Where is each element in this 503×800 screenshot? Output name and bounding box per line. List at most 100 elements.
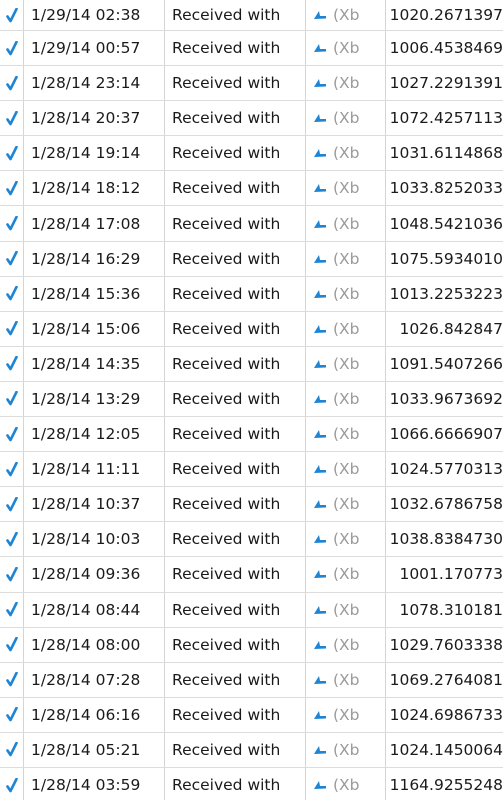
table-row[interactable]: 1/28/14 06:16 Received with (Xb 1024.698673… — [0, 698, 503, 733]
tag-text: (Xb — [333, 635, 360, 654]
receive-tag-icon — [313, 324, 327, 334]
date-text: 1/28/14 15:36 — [31, 284, 141, 303]
tag-text: (Xb — [333, 144, 360, 163]
type-cell: (Xb — [305, 628, 385, 662]
date-cell: 1/28/14 14:35 — [23, 347, 164, 381]
description-text: Received with — [172, 460, 281, 479]
receive-tag-icon — [313, 10, 327, 20]
type-cell: (Xb — [305, 733, 385, 767]
table-row[interactable]: 1/28/14 15:06 Received with (Xb 1026.842847 — [0, 312, 503, 347]
table-row[interactable]: 1/29/14 00:57 Received with (Xb 1006.453846… — [0, 31, 503, 67]
amount-cell: 1024.6986733 — [385, 698, 503, 732]
tag-text: (Xb — [333, 670, 360, 689]
description-text: Received with — [172, 144, 281, 163]
date-text: 1/29/14 00:57 — [31, 39, 141, 58]
date-text: 1/28/14 18:12 — [31, 179, 141, 198]
table-row[interactable]: 1/28/14 23:14 Received with (Xb 1027.229139… — [0, 66, 503, 102]
type-cell: (Xb — [305, 242, 385, 276]
amount-cell: 1048.5421036 — [385, 206, 503, 240]
description-cell: Received with — [164, 522, 305, 556]
amount-cell: 1066.6666907 — [385, 417, 503, 451]
description-cell: Received with — [164, 171, 305, 205]
table-row[interactable]: 1/28/14 05:21 Received with (Xb 1024.145006… — [0, 733, 503, 768]
status-cell — [0, 698, 23, 732]
description-text: Received with — [172, 740, 281, 759]
checkmark-icon — [5, 461, 18, 477]
table-row[interactable]: 1/28/14 11:11 Received with (Xb 1024.577031… — [0, 452, 503, 488]
type-cell: (Xb — [305, 0, 385, 30]
amount-text: 1024.6986733 — [389, 705, 503, 724]
date-text: 1/28/14 09:36 — [31, 565, 141, 584]
type-cell: (Xb — [305, 417, 385, 451]
receive-tag-icon — [313, 464, 327, 474]
table-row[interactable]: 1/28/14 17:08 Received with (Xb 1048.542103… — [0, 206, 503, 242]
table-row[interactable]: 1/28/14 20:37 Received with (Xb 1072.425711… — [0, 101, 503, 137]
table-row[interactable]: 1/28/14 16:29 Received with (Xb 1075.593401… — [0, 242, 503, 277]
amount-text: 1048.5421036 — [389, 214, 503, 233]
tag-text: (Xb — [333, 249, 360, 268]
table-row[interactable]: 1/28/14 07:28 Received with (Xb 1069.276408… — [0, 663, 503, 698]
amount-text: 1066.6666907 — [389, 425, 503, 444]
tag-text: (Xb — [333, 460, 360, 479]
tag-text: (Xb — [333, 776, 360, 795]
table-row[interactable]: 1/28/14 12:05 Received with (Xb 1066.666690… — [0, 417, 503, 453]
table-row[interactable]: 1/28/14 14:35 Received with (Xb 1091.540726… — [0, 347, 503, 382]
date-text: 1/28/14 08:44 — [31, 600, 141, 619]
amount-cell: 1031.6114868 — [385, 136, 503, 170]
amount-text: 1033.8252033 — [389, 179, 503, 198]
type-cell: (Xb — [305, 347, 385, 381]
receive-tag-icon — [313, 640, 327, 650]
date-text: 1/28/14 16:29 — [31, 249, 141, 268]
amount-text: 1001.170773 — [399, 565, 503, 584]
tag-text: (Xb — [333, 284, 360, 303]
description-cell: Received with — [164, 347, 305, 381]
status-cell — [0, 136, 23, 170]
description-text: Received with — [172, 776, 281, 795]
tag-text: (Xb — [333, 495, 360, 514]
status-cell — [0, 277, 23, 311]
status-cell — [0, 312, 23, 346]
table-row[interactable]: 1/28/14 13:29 Received with (Xb 1033.967369… — [0, 382, 503, 418]
amount-cell: 1029.7603338 — [385, 628, 503, 662]
checkmark-icon — [5, 7, 18, 23]
date-text: 1/29/14 02:38 — [31, 6, 141, 24]
amount-text: 1031.6114868 — [389, 144, 503, 163]
receive-tag-icon — [313, 78, 327, 88]
checkmark-icon — [5, 672, 18, 687]
amount-cell: 1027.2291391 — [385, 66, 503, 100]
type-cell: (Xb — [305, 698, 385, 732]
date-cell: 1/28/14 08:00 — [23, 628, 164, 662]
status-cell — [0, 206, 23, 240]
tag-text: (Xb — [333, 740, 360, 759]
amount-cell: 1032.6786758 — [385, 487, 503, 521]
date-text: 1/28/14 15:06 — [31, 319, 141, 338]
table-row[interactable]: 1/29/14 02:38 Received with (Xb 1020.267139… — [0, 0, 503, 31]
amount-text: 1026.842847 — [399, 319, 503, 338]
table-row[interactable]: 1/28/14 09:36 Received with (Xb 1001.170773 — [0, 557, 503, 593]
table-row[interactable]: 1/28/14 19:14 Received with (Xb 1031.611486… — [0, 136, 503, 172]
description-cell: Received with — [164, 593, 305, 627]
amount-cell: 1026.842847 — [385, 312, 503, 346]
checkmark-icon — [5, 286, 18, 301]
receive-tag-icon — [313, 183, 327, 193]
description-cell: Received with — [164, 206, 305, 240]
description-text: Received with — [172, 354, 281, 373]
table-row[interactable]: 1/28/14 18:12 Received with (Xb 1033.825203… — [0, 171, 503, 207]
type-cell: (Xb — [305, 206, 385, 240]
table-row[interactable]: 1/28/14 08:44 Received with (Xb 1078.310181 — [0, 593, 503, 628]
description-text: Received with — [172, 109, 281, 128]
receive-tag-icon — [313, 605, 327, 615]
table-row[interactable]: 1/28/14 10:37 Received with (Xb 1032.678675… — [0, 487, 503, 523]
table-row[interactable]: 1/28/14 15:36 Received with (Xb 1013.225322… — [0, 277, 503, 312]
date-text: 1/28/14 20:37 — [31, 109, 141, 128]
table-row[interactable]: 1/28/14 10:03 Received with (Xb 1038.838473… — [0, 522, 503, 558]
type-cell: (Xb — [305, 312, 385, 346]
checkmark-icon — [5, 391, 18, 406]
date-text: 1/28/14 05:21 — [31, 740, 141, 759]
receive-tag-icon — [313, 254, 327, 264]
table-row[interactable]: 1/28/14 03:59 Received with (Xb 1164.925524… — [0, 768, 503, 800]
amount-text: 1072.4257113 — [389, 109, 503, 128]
receive-tag-icon — [313, 429, 327, 439]
table-row[interactable]: 1/28/14 08:00 Received with (Xb 1029.760333… — [0, 628, 503, 663]
checkmark-icon — [5, 426, 18, 442]
